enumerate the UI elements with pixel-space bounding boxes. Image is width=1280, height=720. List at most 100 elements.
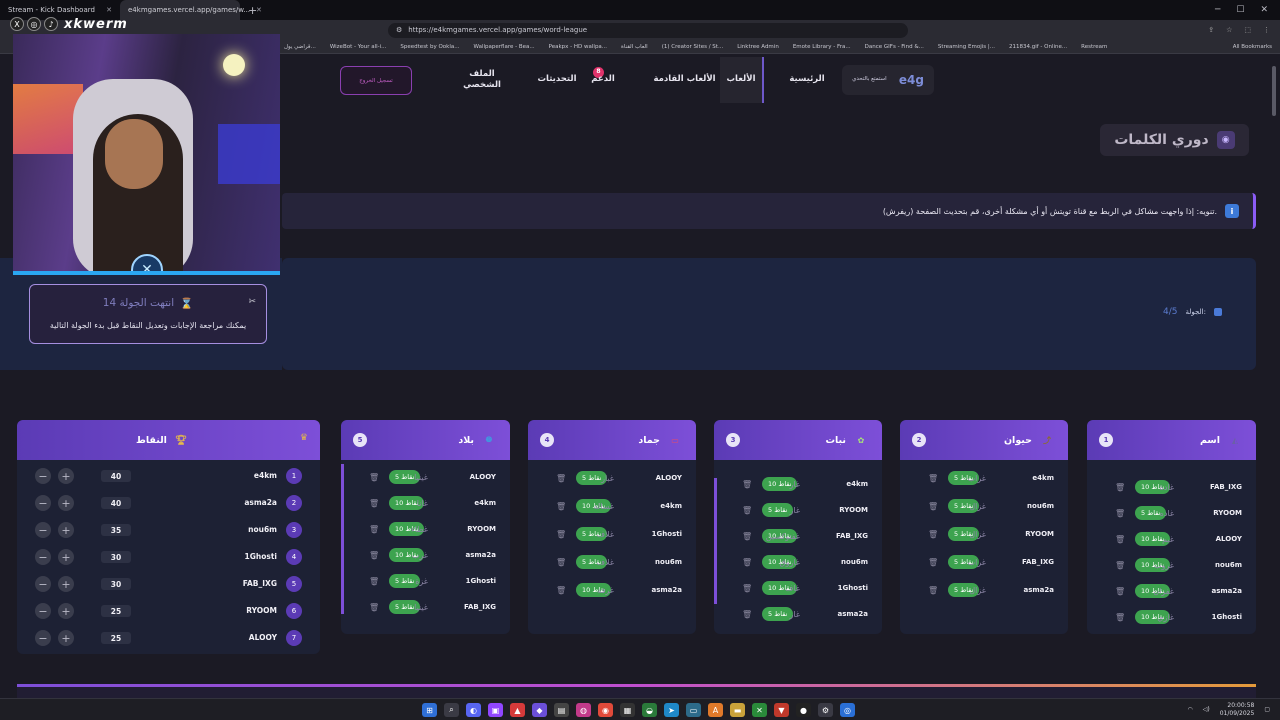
bookmark-item[interactable]: Streaming Emojis |...: [938, 44, 995, 50]
brand-logo[interactable]: استمتع بالتحدي e4g: [842, 65, 934, 95]
page-scrollbar[interactable]: [1272, 56, 1278, 696]
bookmark-item[interactable]: Linktree Admin: [737, 44, 779, 50]
extensions-icon[interactable]: ⬚: [1244, 26, 1251, 34]
plus-button[interactable]: +: [58, 522, 74, 538]
trash-icon[interactable]: 🗑︎: [928, 558, 938, 567]
clock[interactable]: 20:00:58 01/09/2025: [1220, 702, 1255, 717]
app-icon[interactable]: ▦: [620, 703, 635, 717]
trash-icon[interactable]: 🗑︎: [369, 499, 379, 508]
share-icon[interactable]: ⇪: [1208, 26, 1214, 34]
plus-button[interactable]: +: [58, 495, 74, 511]
bookmark-item[interactable]: Wallpaperflare - Bea...: [473, 44, 534, 50]
trash-icon[interactable]: 🗑︎: [1115, 587, 1125, 596]
plus-button[interactable]: +: [58, 549, 74, 565]
trash-icon[interactable]: 🗑︎: [742, 506, 752, 515]
trash-icon[interactable]: 🗑︎: [1115, 483, 1125, 492]
minus-button[interactable]: −: [35, 630, 51, 646]
bookmark-item[interactable]: Restream: [1081, 44, 1107, 50]
logout-button[interactable]: تسجيل الخروج: [340, 66, 412, 95]
trash-icon[interactable]: 🗑︎: [369, 473, 379, 482]
url-field[interactable]: ⚙ https://e4kmgames.vercel.app/games/word…: [388, 22, 908, 38]
notification-icon[interactable]: ▢: [1264, 706, 1270, 713]
new-tab-button[interactable]: +: [240, 4, 265, 17]
trash-icon[interactable]: 🗑︎: [556, 586, 566, 595]
plus-button[interactable]: +: [58, 468, 74, 484]
trash-icon[interactable]: 🗑︎: [1115, 561, 1125, 570]
search-icon[interactable]: ⌕: [444, 703, 459, 717]
bookmark-item[interactable]: Dance GIFs - Find &...: [865, 44, 924, 50]
nav-support[interactable]: الدعم: [582, 57, 624, 103]
nav-profile[interactable]: الملف الشخصي: [452, 57, 512, 103]
maximize-icon[interactable]: ☐: [1236, 5, 1244, 15]
close-icon[interactable]: ✕: [106, 6, 112, 14]
trash-icon[interactable]: 🗑︎: [369, 525, 379, 534]
trash-icon[interactable]: 🗑︎: [742, 584, 752, 593]
minus-button[interactable]: −: [35, 522, 51, 538]
twitch-icon[interactable]: ▣: [488, 703, 503, 717]
settings-icon[interactable]: ⚙: [818, 703, 833, 717]
site-info-icon[interactable]: ⚙: [396, 26, 402, 34]
trash-icon[interactable]: 🗑︎: [556, 530, 566, 539]
brave-icon[interactable]: ▼: [774, 703, 789, 717]
trash-icon[interactable]: 🗑︎: [1115, 613, 1125, 622]
nav-games[interactable]: الألعاب: [720, 57, 764, 103]
trash-icon[interactable]: 🗑︎: [1115, 509, 1125, 518]
plus-button[interactable]: +: [58, 576, 74, 592]
nav-home[interactable]: الرئيسية: [776, 57, 838, 103]
trash-icon[interactable]: 🗑︎: [928, 530, 938, 539]
tab-word-league[interactable]: e4kmgames.vercel.app/games/w... ✕: [120, 0, 262, 20]
menu-icon[interactable]: ⋮: [1263, 26, 1270, 34]
trash-icon[interactable]: 🗑︎: [369, 603, 379, 612]
minus-button[interactable]: −: [35, 468, 51, 484]
minimize-icon[interactable]: ─: [1215, 5, 1220, 15]
trash-icon[interactable]: 🗑︎: [556, 558, 566, 567]
chrome-icon[interactable]: ◉: [598, 703, 613, 717]
close-window-icon[interactable]: ✕: [1260, 5, 1268, 15]
trash-icon[interactable]: 🗑︎: [928, 586, 938, 595]
bookmark-item[interactable]: Emote Library - Fra...: [793, 44, 851, 50]
minus-button[interactable]: −: [35, 495, 51, 511]
app-icon[interactable]: ◍: [576, 703, 591, 717]
app-icon[interactable]: ▤: [554, 703, 569, 717]
start-icon[interactable]: ⊞: [422, 703, 437, 717]
wifi-icon[interactable]: ◠: [1188, 706, 1193, 713]
obs-icon[interactable]: ●: [796, 703, 811, 717]
bookmark-item[interactable]: 211834.gif - Online...: [1009, 44, 1067, 50]
trash-icon[interactable]: 🗑︎: [556, 502, 566, 511]
trash-icon[interactable]: 🗑︎: [556, 474, 566, 483]
trash-icon[interactable]: 🗑︎: [928, 474, 938, 483]
bookmark-item[interactable]: Peakpx - HD wallpa...: [549, 44, 607, 50]
bookmark-item[interactable]: قراضي يول...: [284, 44, 316, 50]
trash-icon[interactable]: 🗑︎: [742, 610, 752, 619]
trash-icon[interactable]: 🗑︎: [928, 502, 938, 511]
minus-button[interactable]: −: [35, 603, 51, 619]
bookmark-item[interactable]: (1) Creator Sites / St...: [662, 44, 723, 50]
bookmark-item[interactable]: Speedtest by Ookla...: [400, 44, 459, 50]
folder-icon[interactable]: ▬: [730, 703, 745, 717]
app-icon[interactable]: ◒: [642, 703, 657, 717]
trash-icon[interactable]: 🗑︎: [742, 558, 752, 567]
app-icon[interactable]: ◆: [532, 703, 547, 717]
discord-icon[interactable]: ◐: [466, 703, 481, 717]
app-icon[interactable]: ◎: [840, 703, 855, 717]
all-bookmarks[interactable]: All Bookmarks: [1233, 44, 1280, 50]
bookmark-item[interactable]: العاب القناة: [621, 44, 648, 50]
nav-upcoming[interactable]: الألعاب القادمة: [652, 57, 717, 103]
trash-icon[interactable]: 🗑︎: [742, 532, 752, 541]
trash-icon[interactable]: 🗑︎: [742, 480, 752, 489]
xbox-icon[interactable]: ✕: [752, 703, 767, 717]
app-icon[interactable]: ▭: [686, 703, 701, 717]
trash-icon[interactable]: 🗑︎: [369, 551, 379, 560]
trash-icon[interactable]: 🗑︎: [1115, 535, 1125, 544]
volume-icon[interactable]: ◁): [1203, 706, 1210, 713]
app-icon[interactable]: ▲: [510, 703, 525, 717]
bookmark-item[interactable]: WizeBot - Your all-i...: [330, 44, 387, 50]
telegram-icon[interactable]: ➤: [664, 703, 679, 717]
star-icon[interactable]: ☆: [1226, 26, 1232, 34]
plus-button[interactable]: +: [58, 630, 74, 646]
scrollbar-thumb[interactable]: [1272, 66, 1276, 116]
app-icon[interactable]: A: [708, 703, 723, 717]
trash-icon[interactable]: 🗑︎: [369, 577, 379, 586]
minus-button[interactable]: −: [35, 549, 51, 565]
plus-button[interactable]: +: [58, 603, 74, 619]
